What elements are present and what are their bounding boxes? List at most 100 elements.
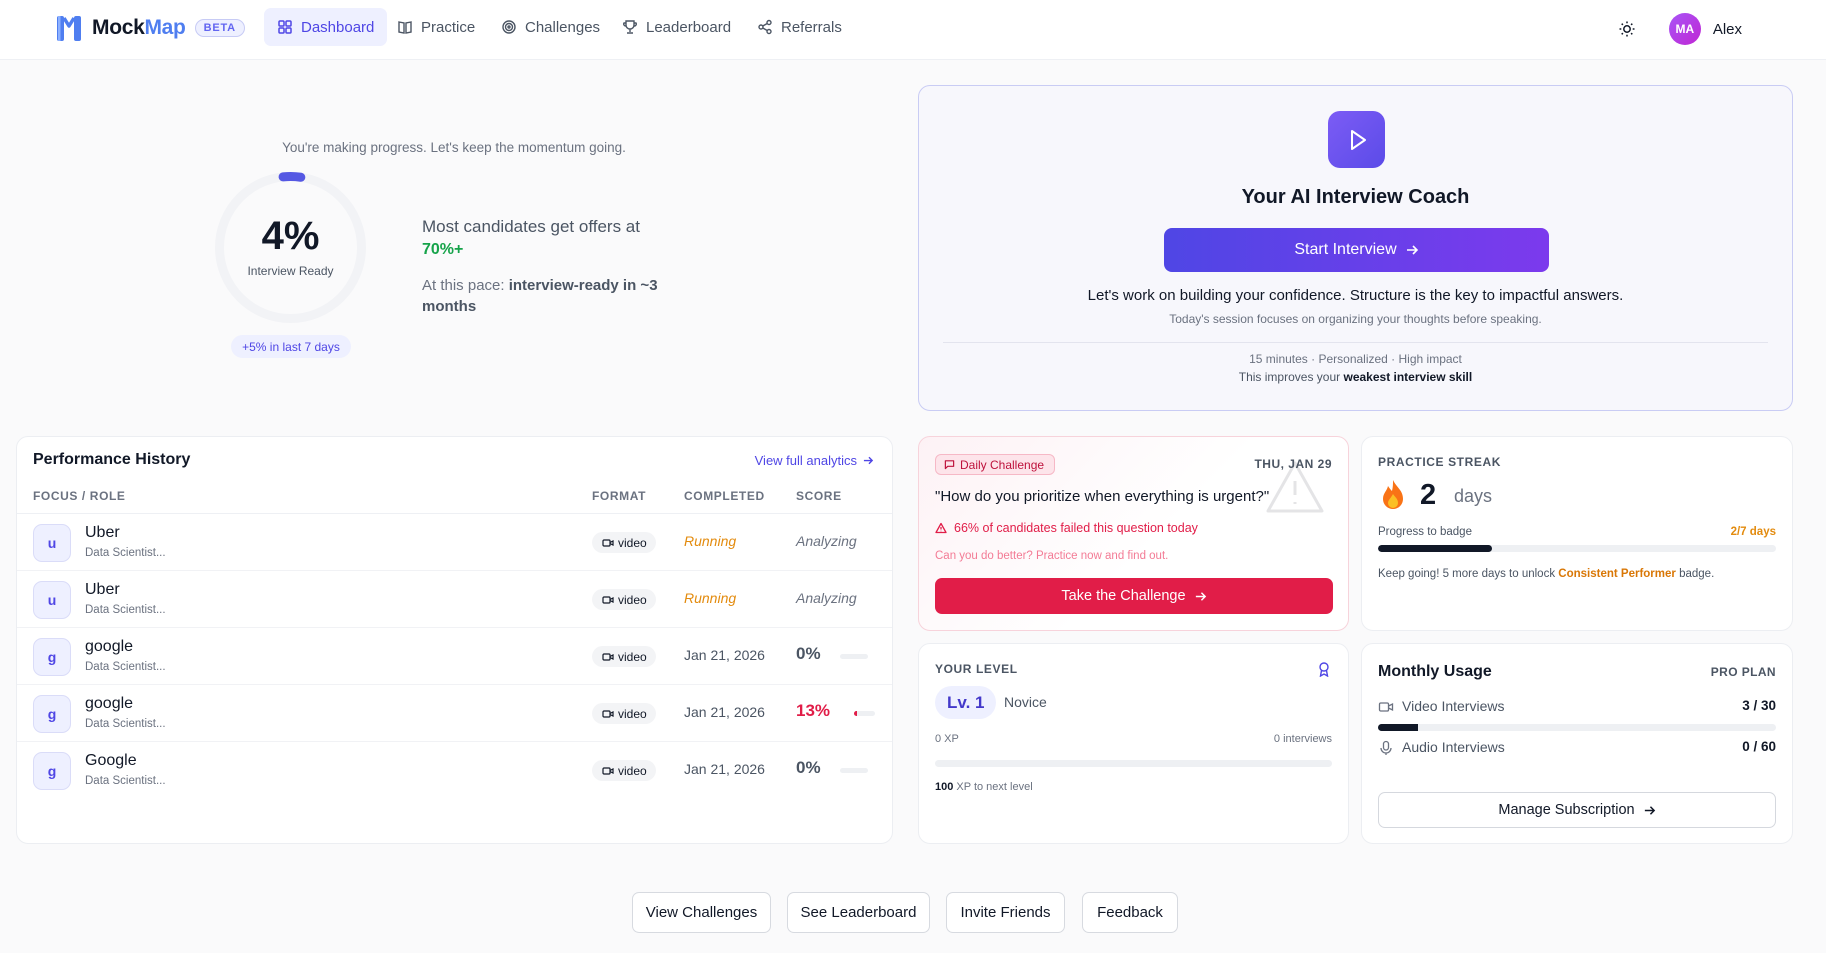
arrow-right-icon [1195,591,1206,601]
table-row[interactable]: u Uber Data Scientist... video Running A… [17,571,892,628]
video-usage-fill [1378,724,1418,731]
company-badge: g [33,752,71,790]
company-name: google [85,695,134,712]
ai-coach-card: Your AI Interview Coach Start Interview … [918,85,1793,411]
practice-streak-card: PRACTICE STREAK 2 days Progress to badge… [1361,436,1793,631]
see-leaderboard-button[interactable]: See Leaderboard [787,892,930,933]
readiness-label: Interview Ready [247,264,334,278]
coach-meta: 15 minutes · Personalized · High impact [1249,352,1462,366]
score-bar [840,654,868,659]
share-icon [758,19,772,35]
table-row[interactable]: g google Data Scientist... video Jan 21,… [17,685,892,742]
video-icon [602,709,614,718]
video-icon [602,766,614,775]
start-interview-button[interactable]: Start Interview [1164,228,1549,272]
challenge-date: THU, JAN 29 [1254,457,1332,471]
role-name: Data Scientist... [85,718,166,730]
usage-title: Monthly Usage [1378,663,1492,680]
arrow-right-icon [863,456,874,465]
audio-usage-row: Audio Interviews 0 / 60 [1378,738,1776,758]
format-badge: video [592,703,656,724]
sun-icon[interactable] [1618,20,1636,38]
offers-value: 70%+ [422,241,464,258]
manage-subscription-button[interactable]: Manage Subscription [1378,792,1776,828]
weekly-change-badge: +5% in last 7 days [231,335,351,358]
logo[interactable]: MockMap BETA [54,13,245,43]
company-badge: u [33,524,71,562]
video-icon [602,595,614,604]
completed-status: Running [684,533,737,549]
score-value: 0% [796,758,821,777]
message-icon [944,460,955,470]
format-badge: video [592,532,656,553]
daily-challenge-card: Daily Challenge THU, JAN 29 "How do you … [918,436,1349,631]
company-badge: g [33,695,71,733]
badge-progress-fill [1378,545,1492,552]
top-navbar: MockMap BETA Dashboard Practice Challeng… [0,0,1826,60]
book-icon [398,21,412,34]
nav-practice[interactable]: Practice [384,8,488,46]
invite-friends-button[interactable]: Invite Friends [946,892,1065,933]
col-score: SCORE [796,489,842,503]
col-completed: COMPLETED [684,489,765,503]
target-icon [502,20,516,34]
company-name: Uber [85,581,120,598]
coach-submessage: Today's session focuses on organizing yo… [1169,312,1542,326]
next-level-text: 100 XP to next level [935,781,1033,793]
feedback-button[interactable]: Feedback [1082,892,1178,933]
badge-progress-value: 2/7 days [1730,526,1776,538]
completed-date: Jan 21, 2026 [684,704,765,720]
badge-progress-label: Progress to badge [1378,526,1472,538]
view-analytics-link[interactable]: View full analytics [755,453,874,468]
level-badge: Lv. 1 [935,686,997,719]
nav-leaderboard[interactable]: Leaderboard [609,8,744,46]
completed-status: Running [684,590,737,606]
readiness-percent: 4% [261,214,320,258]
company-name: google [85,638,134,655]
performance-history-card: Performance History View full analytics … [16,436,893,844]
company-name: Google [85,752,137,769]
company-badge: u [33,581,71,619]
pace-text: At this pace: interview-ready in ~3 mont… [422,277,658,315]
nav-challenges[interactable]: Challenges [488,8,613,46]
readiness-ring: 4% Interview Ready [213,170,368,325]
score-status: Analyzing [796,533,857,549]
play-icon[interactable] [1328,111,1385,168]
badge-progress-bar [1378,545,1776,552]
table-row[interactable]: g Google Data Scientist... video Jan 21,… [17,742,892,799]
streak-count: 2 [1420,479,1437,511]
arrow-right-icon [1644,805,1655,815]
award-icon [1319,662,1329,677]
video-usage-bar [1378,724,1776,731]
nav-referrals[interactable]: Referrals [744,8,855,46]
table-row[interactable]: u Uber Data Scientist... video Running A… [17,514,892,571]
coach-weak-skill: This improves your weakest interview ski… [1238,370,1473,384]
col-focus: FOCUS / ROLE [33,489,126,503]
avatar[interactable]: MA [1668,13,1701,45]
nav-dashboard[interactable]: Dashboard [264,8,388,46]
format-badge: video [592,646,656,667]
view-challenges-button[interactable]: View Challenges [632,892,771,933]
interviews-count: 0 interviews [1273,733,1332,745]
user-name[interactable]: Alex [1713,21,1742,38]
mockmap-logo-icon [57,16,81,41]
streak-note: Keep going! 5 more days to unlock Consis… [1378,568,1715,580]
daily-challenge-tag: Daily Challenge [935,454,1056,475]
video-icon [602,652,614,661]
flame-icon [1383,480,1403,509]
format-badge: video [592,760,656,781]
table-row[interactable]: g google Data Scientist... video Jan 21,… [17,628,892,685]
score-bar [854,711,875,716]
offers-text: Most candidates get offers at 70%+ [422,215,640,261]
streak-unit: days [1454,486,1493,506]
logo-text: MockMap [92,16,186,39]
format-badge: video [592,589,656,610]
challenge-subtext: Can you do better? Practice now and find… [935,550,1169,562]
score-bar [840,768,868,773]
company-badge: g [33,638,71,676]
plan-badge: PRO PLAN [1710,665,1776,679]
coach-message: Let's work on building your confidence. … [1087,287,1624,304]
role-name: Data Scientist... [85,604,166,616]
video-icon [602,538,614,547]
take-challenge-button[interactable]: Take the Challenge [935,578,1333,614]
